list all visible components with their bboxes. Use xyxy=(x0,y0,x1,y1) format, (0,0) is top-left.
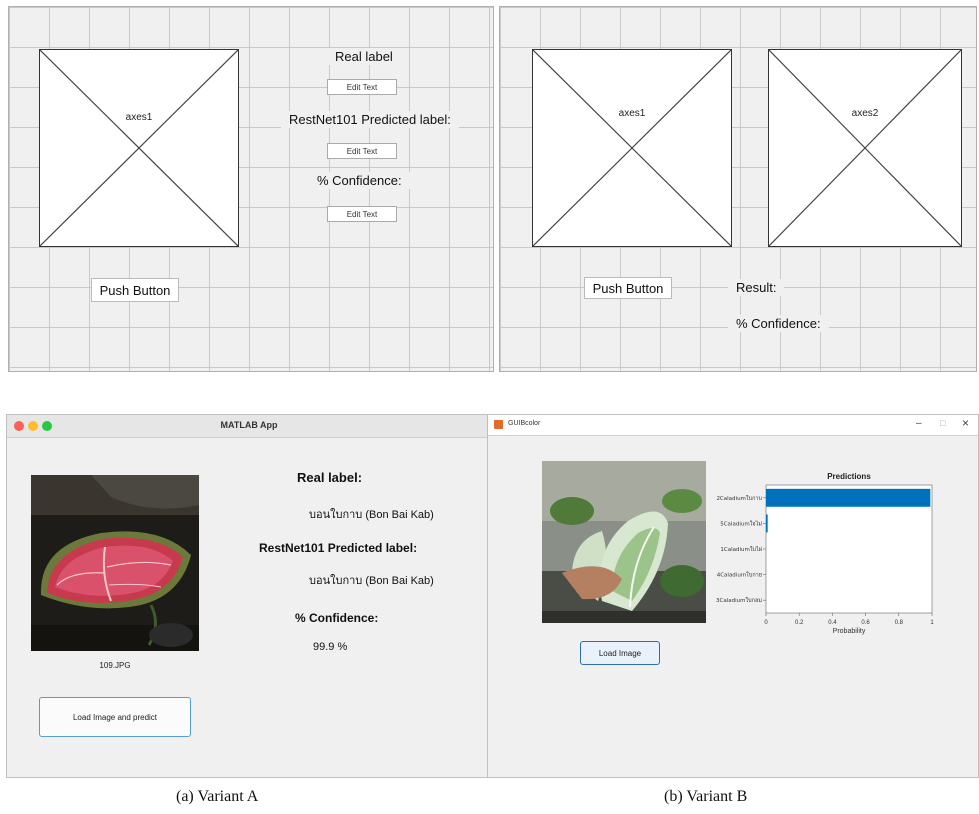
x-axis-label: Probability xyxy=(833,628,866,635)
matlab-app-window: MATLAB App 109.JPG Real label: บอนใบกาบ … xyxy=(6,414,492,778)
edit-text-predicted[interactable]: Edit Text xyxy=(327,143,397,159)
x-tick-label: 1 xyxy=(930,620,934,626)
axes-label: axes2 xyxy=(851,108,879,119)
load-image-button[interactable]: Load Image xyxy=(580,641,660,665)
bar xyxy=(766,514,768,533)
leaf-image xyxy=(542,461,706,623)
image-filename: 109.JPG xyxy=(99,661,131,670)
y-tick-label: 1Caladiumใบไผ่ xyxy=(720,546,762,553)
y-tick-label: 2Caladiumใบกาบ xyxy=(716,495,762,502)
window-title: GUIBcolor xyxy=(508,420,541,427)
axes2-placeholder: axes2 xyxy=(768,49,962,247)
load-image-and-predict-button[interactable]: Load Image and predict xyxy=(39,697,191,737)
chart-title: Predictions xyxy=(827,472,871,481)
x-tick-label: 0 xyxy=(764,620,768,626)
bar xyxy=(766,488,931,507)
x-tick-label: 0.2 xyxy=(795,620,804,626)
axes1-placeholder: axes1 xyxy=(39,49,239,247)
axes-label: axes1 xyxy=(125,112,153,123)
y-tick-label: 3Caladiumใบกลม xyxy=(716,597,762,604)
guide-layout-a: axes1 Real label Edit Text RestNet101 Pr… xyxy=(8,6,494,372)
matlab-app-icon xyxy=(494,420,503,429)
caption-variant-a: (a) Variant A xyxy=(176,788,259,805)
confidence-label-text: % Confidence: xyxy=(309,172,410,189)
guide-layout-b: axes1 axes2 Push Button Result: % Confid… xyxy=(499,6,977,372)
title-bar: MATLAB App xyxy=(7,415,491,438)
real-label-heading: Real label: xyxy=(297,470,363,485)
close-icon[interactable]: × xyxy=(962,416,969,430)
real-label-value: บอนใบกาบ (Bon Bai Kab) xyxy=(309,509,434,521)
confidence-heading: % Confidence: xyxy=(295,611,379,625)
x-tick-label: 0.6 xyxy=(861,620,870,626)
x-tick-label: 0.8 xyxy=(895,620,904,626)
edit-text-real[interactable]: Edit Text xyxy=(327,79,397,95)
predicted-label-heading: RestNet101 Predicted label: xyxy=(259,541,418,555)
minimize-icon[interactable]: – xyxy=(916,418,922,429)
y-tick-label: 5Caladiumใจไม่ xyxy=(720,520,762,527)
leaf-image xyxy=(31,475,199,651)
maximize-icon[interactable]: □ xyxy=(940,418,945,428)
axes-label: axes1 xyxy=(618,108,646,119)
axes-cross-icon xyxy=(533,50,731,246)
title-bar: GUIBcolor – □ × xyxy=(488,415,978,436)
push-button[interactable]: Push Button xyxy=(91,278,179,302)
gui-app-window: GUIBcolor – □ × Predictions 2Caladiumใบกา… xyxy=(487,414,979,778)
window-title: MATLAB App xyxy=(220,420,278,430)
axes1-placeholder: axes1 xyxy=(532,49,732,247)
push-button[interactable]: Push Button xyxy=(584,277,672,299)
confidence-value: 99.9 % xyxy=(313,641,348,653)
predictions-chart: Predictions 2Caladiumใบกาบ 5Caladiumใจไม่ 1… xyxy=(716,472,934,635)
predicted-label-value: บอนใบกาบ (Bon Bai Kab) xyxy=(309,575,434,587)
x-tick-label: 0.4 xyxy=(828,620,837,626)
predicted-label-text: RestNet101 Predicted label: xyxy=(281,111,459,128)
real-label-text: Real label xyxy=(327,48,401,65)
edit-text-confidence[interactable]: Edit Text xyxy=(327,206,397,222)
axes-cross-icon xyxy=(769,50,961,246)
confidence-label-text: % Confidence: xyxy=(728,315,829,332)
caption-variant-b: (b) Variant B xyxy=(664,788,748,805)
y-tick-label: 4Caladiumใบกาย xyxy=(717,572,762,579)
result-label-text: Result: xyxy=(728,279,785,296)
axes-cross-icon xyxy=(40,50,238,246)
